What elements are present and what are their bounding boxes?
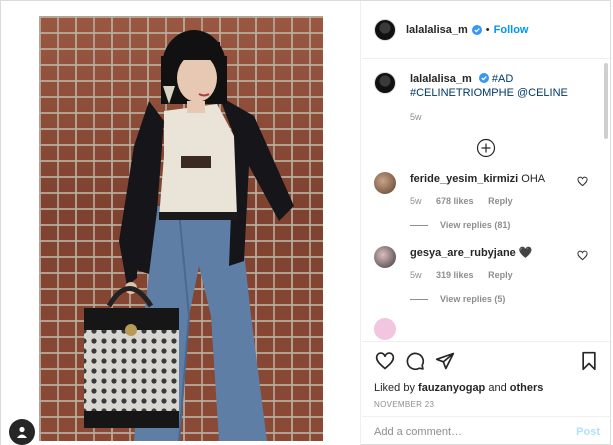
view-replies-label: View replies (5) — [440, 294, 506, 304]
photo-column — [1, 1, 361, 445]
share-button[interactable] — [434, 350, 456, 372]
view-replies-label: View replies (81) — [440, 220, 511, 230]
comment-avatar[interactable] — [374, 246, 396, 268]
liked-by-others[interactable]: others — [510, 382, 544, 394]
comments-panel[interactable]: lalalalisa_m #AD #CELINETRIOMPHE @CELINE… — [362, 60, 612, 341]
view-replies-button[interactable]: View replies (5) — [410, 294, 598, 304]
comment-button[interactable] — [404, 350, 426, 372]
comment-username[interactable]: gesya_are_rubyjane — [410, 247, 516, 259]
header-username[interactable]: lalalalisa_m — [406, 24, 468, 36]
comment-likes[interactable]: 319 likes — [436, 270, 474, 280]
comment-age: 5w — [410, 196, 422, 206]
comment-body: feride_yesim_kirmizi OHA 5w 678 likes Re… — [410, 172, 545, 208]
comment-meta: 5w 678 likes Reply — [410, 194, 545, 208]
comment-item: gesya_are_rubyjane 🖤 5w 319 likes Reply — [374, 246, 598, 282]
comment-meta: 5w 319 likes Reply — [410, 268, 533, 282]
liked-by: Liked by fauzanyogap and others — [374, 382, 600, 394]
mention-celine[interactable]: @CELINE — [517, 87, 568, 99]
comment-icon — [406, 352, 425, 371]
post-timestamp[interactable]: NOVEMBER 23 — [374, 400, 600, 409]
avatar[interactable] — [374, 18, 396, 41]
view-replies-line — [410, 224, 428, 226]
hashtag-ad[interactable]: #AD — [492, 73, 513, 85]
post-photo[interactable] — [39, 16, 323, 441]
bookmark-button[interactable] — [578, 350, 600, 372]
header-separator: • — [485, 23, 490, 36]
comment-item-partial — [374, 318, 598, 340]
comment-avatar[interactable] — [374, 318, 396, 340]
hashtag-celinetriomphe[interactable]: #CELINETRIOMPHE — [410, 87, 514, 99]
action-icons — [374, 350, 600, 372]
instagram-post: lalalalisa_m • Follow lalalalisa_m #AD #… — [0, 0, 612, 445]
comment-text: OHA — [521, 173, 546, 185]
comment-avatar[interactable] — [374, 172, 396, 194]
add-comment-bar: Post — [362, 416, 612, 445]
reply-button[interactable]: Reply — [488, 270, 513, 280]
heart-icon — [375, 352, 395, 370]
caption-age: 5w — [410, 112, 422, 122]
comments-scrollbar[interactable] — [604, 63, 608, 139]
like-button[interactable] — [374, 350, 396, 372]
comment-age: 5w — [410, 270, 422, 280]
post-button[interactable]: Post — [576, 426, 600, 438]
heart-icon[interactable] — [577, 250, 588, 261]
caption-username[interactable]: lalalalisa_m — [410, 73, 472, 85]
caption-body: lalalalisa_m #AD #CELINETRIOMPHE @CELINE… — [410, 72, 568, 124]
post-actions: Liked by fauzanyogap and others NOVEMBER… — [362, 341, 612, 409]
comment-username[interactable]: feride_yesim_kirmizi — [410, 173, 518, 185]
follow-button[interactable]: Follow — [494, 24, 529, 36]
share-icon — [435, 352, 455, 370]
liked-by-and: and — [488, 382, 507, 394]
caption-avatar[interactable] — [374, 72, 396, 94]
verified-icon — [471, 24, 482, 35]
comment-input[interactable] — [374, 425, 577, 438]
load-more-comments[interactable] — [374, 138, 598, 158]
comment-item: feride_yesim_kirmizi OHA 5w 678 likes Re… — [374, 172, 598, 208]
comment-body: gesya_are_rubyjane 🖤 5w 319 likes Reply — [410, 246, 533, 282]
liked-by-user[interactable]: fauzanyogap — [418, 382, 485, 394]
model-figure — [84, 30, 294, 441]
user-tag-glyph — [17, 426, 27, 438]
reply-button[interactable]: Reply — [488, 196, 513, 206]
view-replies-line — [410, 298, 428, 300]
post-header: lalalalisa_m • Follow — [362, 1, 612, 59]
comment-text: 🖤 — [518, 247, 533, 259]
user-tag-icon[interactable] — [9, 419, 35, 445]
liked-by-prefix: Liked by — [374, 382, 415, 394]
bookmark-icon — [582, 351, 596, 371]
comment-likes[interactable]: 678 likes — [436, 196, 474, 206]
caption-meta: 5w — [410, 110, 568, 124]
heart-icon[interactable] — [577, 176, 588, 187]
plus-circle-icon — [476, 138, 496, 158]
caption: lalalalisa_m #AD #CELINETRIOMPHE @CELINE… — [374, 72, 598, 124]
view-replies-button[interactable]: View replies (81) — [410, 220, 598, 230]
verified-icon — [478, 73, 489, 83]
